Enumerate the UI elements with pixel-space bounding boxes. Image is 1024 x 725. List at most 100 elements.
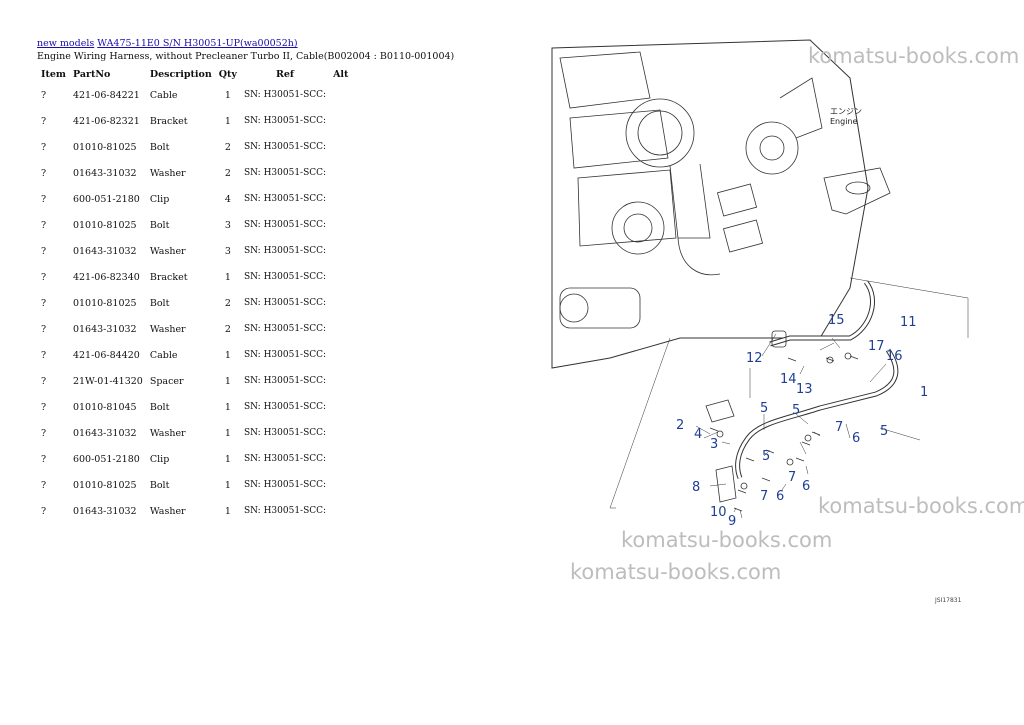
- partno-cell: 421-06-84420: [72, 349, 140, 361]
- description-cell: Bolt: [149, 141, 170, 153]
- item-cell: ?: [41, 89, 47, 101]
- callout-1: 1: [920, 385, 928, 400]
- description-cell: Bolt: [149, 297, 170, 309]
- qty-cell: 2: [224, 323, 231, 335]
- parts-table: Item PartNo Description Qty Ref Alt ? 421…: [37, 66, 356, 524]
- item-cell: ?: [41, 141, 47, 153]
- alt-cell: [329, 290, 356, 316]
- item-cell: ?: [41, 115, 47, 127]
- ref-cell: SN: H30051-SCC:: [243, 167, 327, 178]
- item-cell: ?: [41, 349, 47, 361]
- item-cell: ?: [41, 453, 47, 465]
- table-row: ? 421-06-84221 Cable 1 SN: H30051-SCC:: [37, 82, 356, 108]
- qty-cell: 2: [224, 167, 231, 179]
- partno-cell: 01643-31032: [72, 427, 137, 439]
- qty-cell: 2: [224, 141, 231, 153]
- qty-cell: 1: [224, 401, 231, 413]
- ref-cell: SN: H30051-SCC:: [243, 427, 327, 438]
- partno-cell: 01010-81025: [72, 141, 137, 153]
- callout-7b: 7: [788, 470, 796, 485]
- page-subtitle: Engine Wiring Harness, without Precleane…: [37, 51, 455, 62]
- description-cell: Washer: [149, 323, 186, 335]
- qty-cell: 1: [224, 349, 231, 361]
- table-row: ? 21W-01-41320 Spacer 1 SN: H30051-SCC:: [37, 368, 356, 394]
- qty-cell: 4: [224, 193, 231, 205]
- qty-cell: 1: [224, 453, 231, 465]
- description-cell: Washer: [149, 245, 186, 257]
- table-row: ? 01010-81025 Bolt 2 SN: H30051-SCC:: [37, 134, 356, 160]
- callout-7c: 7: [760, 489, 768, 504]
- partno-cell: 01643-31032: [72, 167, 137, 179]
- qty-cell: 2: [224, 297, 231, 309]
- qty-cell: 1: [224, 479, 231, 491]
- table-row: ? 421-06-82321 Bracket 1 SN: H30051-SCC:: [37, 108, 356, 134]
- callout-6b: 6: [776, 489, 784, 504]
- description-cell: Bracket: [149, 115, 188, 127]
- ref-cell: SN: H30051-SCC:: [243, 115, 327, 126]
- header-qty: Qty: [218, 68, 237, 80]
- callout-6c: 6: [802, 479, 810, 494]
- description-cell: Washer: [149, 167, 186, 179]
- partno-cell: 421-06-82340: [72, 271, 140, 283]
- table-row: ? 01010-81025 Bolt 1 SN: H30051-SCC:: [37, 472, 356, 498]
- item-cell: ?: [41, 271, 47, 283]
- breadcrumb: new models WA475-11E0 S/N H30051-UP(wa00…: [37, 38, 517, 50]
- item-cell: ?: [41, 375, 47, 387]
- watermark-right: komatsu-books.com: [818, 494, 1024, 518]
- item-cell: ?: [41, 323, 47, 335]
- partno-cell: 600-051-2180: [72, 193, 140, 205]
- alt-cell: [329, 316, 356, 342]
- ref-cell: SN: H30051-SCC:: [243, 193, 327, 204]
- callout-17: 17: [868, 339, 885, 354]
- item-cell: ?: [41, 219, 47, 231]
- partno-cell: 01010-81025: [72, 297, 137, 309]
- header-partno: PartNo: [72, 68, 111, 80]
- breadcrumb-model-link[interactable]: WA475-11E0 S/N H30051-UP(wa00052h): [97, 38, 297, 49]
- qty-cell: 3: [224, 219, 231, 231]
- callout-7a: 7: [835, 420, 843, 435]
- item-cell: ?: [41, 427, 47, 439]
- alt-cell: [329, 394, 356, 420]
- table-row: ? 01643-31032 Washer 2 SN: H30051-SCC:: [37, 316, 356, 342]
- callout-2: 2: [676, 418, 684, 433]
- description-cell: Bolt: [149, 401, 170, 413]
- breadcrumb-new-models-link[interactable]: new models: [37, 38, 94, 49]
- partno-cell: 01643-31032: [72, 505, 137, 517]
- table-header-row: Item PartNo Description Qty Ref Alt: [37, 66, 356, 82]
- table-row: ? 01643-31032 Washer 1 SN: H30051-SCC:: [37, 498, 356, 524]
- table-row: ? 01010-81025 Bolt 3 SN: H30051-SCC:: [37, 212, 356, 238]
- description-cell: Bolt: [149, 219, 170, 231]
- engine-label-jp: エンジン: [830, 107, 862, 116]
- engine-harness-illustration: エンジン Engine 1 2 3 4 5 5 5 5 6 6 6 7 7 7 …: [551, 39, 969, 529]
- table-row: ? 01643-31032 Washer 3 SN: H30051-SCC:: [37, 238, 356, 264]
- callout-14: 14: [780, 372, 797, 387]
- qty-cell: 1: [224, 89, 231, 101]
- partno-cell: 01643-31032: [72, 245, 137, 257]
- alt-cell: [329, 498, 356, 524]
- alt-cell: [329, 108, 356, 134]
- qty-cell: 1: [224, 271, 231, 283]
- description-cell: Cable: [149, 89, 178, 101]
- ref-cell: SN: H30051-SCC:: [243, 297, 327, 308]
- description-cell: Washer: [149, 505, 186, 517]
- table-row: ? 01643-31032 Washer 1 SN: H30051-SCC:: [37, 420, 356, 446]
- table-row: ? 01643-31032 Washer 2 SN: H30051-SCC:: [37, 160, 356, 186]
- callout-8: 8: [692, 480, 700, 495]
- header-ref: Ref: [275, 68, 295, 80]
- watermark-top: komatsu-books.com: [808, 44, 1020, 68]
- callout-4: 4: [694, 427, 702, 442]
- callout-6a: 6: [852, 431, 860, 446]
- callout-9: 9: [728, 514, 736, 529]
- qty-cell: 3: [224, 245, 231, 257]
- qty-cell: 1: [224, 375, 231, 387]
- partno-cell: 21W-01-41320: [72, 375, 143, 387]
- item-cell: ?: [41, 297, 47, 309]
- ref-cell: SN: H30051-SCC:: [243, 479, 327, 490]
- alt-cell: [329, 212, 356, 238]
- header-item: Item: [41, 68, 66, 80]
- description-cell: Clip: [149, 193, 170, 205]
- figure-id: JSI17831: [935, 597, 962, 604]
- table-row: ? 600-051-2180 Clip 4 SN: H30051-SCC:: [37, 186, 356, 212]
- header-description: Description: [149, 68, 212, 80]
- watermark-bottom: komatsu-books.com: [570, 560, 782, 584]
